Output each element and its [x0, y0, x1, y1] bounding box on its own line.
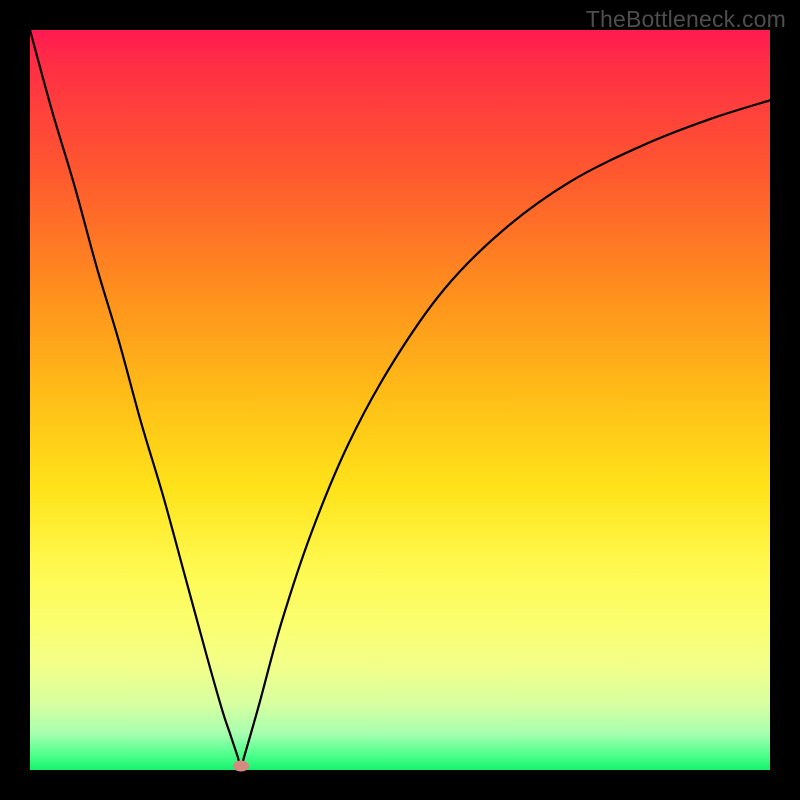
chart-frame: TheBottleneck.com	[0, 0, 800, 800]
plot-area	[30, 30, 770, 770]
curve-line	[30, 30, 770, 766]
watermark-text: TheBottleneck.com	[586, 6, 786, 33]
curve-svg	[30, 30, 770, 770]
min-point-marker	[233, 761, 249, 772]
